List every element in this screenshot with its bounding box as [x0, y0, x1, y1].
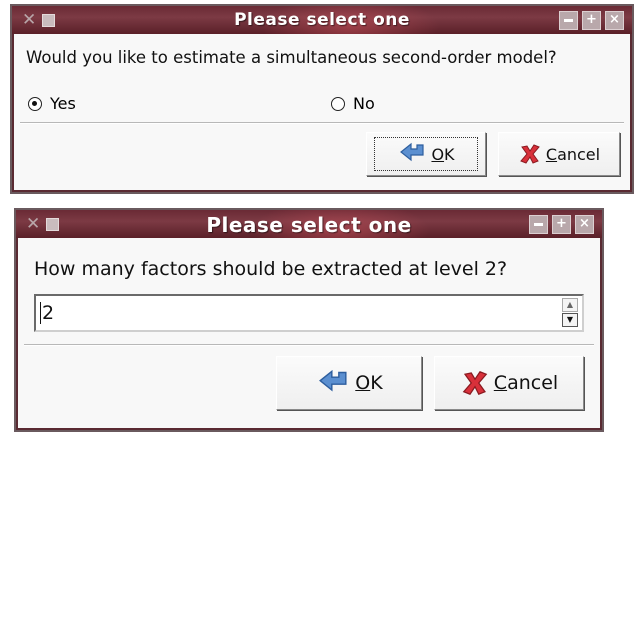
separator — [24, 344, 594, 346]
dialog-body: Would you like to estimate a simultaneou… — [14, 34, 630, 190]
question-text: Would you like to estimate a simultaneou… — [26, 48, 557, 67]
spin-up-icon[interactable]: ▲ — [562, 298, 578, 312]
dialog-second-order: ✕ Please select one Would you like to es… — [10, 4, 634, 194]
cancel-label: Cancel — [493, 372, 559, 394]
cancel-button-inner: Cancel — [518, 142, 600, 166]
ok-button-inner: OK — [315, 369, 383, 397]
cancel-x-icon — [462, 370, 488, 396]
ok-label: OK — [355, 372, 383, 394]
radio-yes-label: Yes — [50, 94, 76, 113]
ok-arrow-icon — [400, 142, 425, 162]
close-button[interactable] — [575, 215, 594, 234]
question-text: How many factors should be extracted at … — [34, 258, 508, 280]
radio-no-label: No — [353, 94, 375, 113]
radio-no[interactable]: No — [331, 94, 375, 113]
cancel-x-icon — [520, 144, 540, 164]
window-buttons — [559, 11, 624, 30]
ok-arrow-icon — [319, 369, 347, 392]
factor-count-value[interactable]: 2 — [40, 302, 54, 324]
ok-button[interactable]: OK — [366, 132, 486, 176]
titlebar[interactable]: ✕ Please select one — [16, 210, 602, 238]
factor-count-input[interactable]: 2 ▲ ▼ — [34, 294, 584, 332]
cancel-button[interactable]: Cancel — [498, 132, 620, 176]
separator — [20, 122, 624, 124]
radio-unchecked-icon[interactable] — [331, 96, 345, 111]
close-button[interactable] — [605, 11, 624, 30]
cancel-label: Cancel — [545, 144, 601, 164]
maximize-button[interactable] — [552, 215, 571, 234]
dialog-title: Please select one — [206, 213, 412, 237]
spin-buttons: ▲ ▼ — [562, 298, 578, 328]
minimize-button[interactable] — [559, 11, 578, 30]
dialog-body: How many factors should be extracted at … — [18, 238, 600, 428]
ok-button[interactable]: OK — [276, 356, 422, 410]
cancel-button[interactable]: Cancel — [434, 356, 584, 410]
cancel-button-inner: Cancel — [460, 368, 558, 398]
titlebar[interactable]: ✕ Please select one — [12, 6, 632, 34]
ok-label: OK — [431, 144, 455, 164]
radio-checked-icon[interactable] — [28, 96, 42, 111]
dialog-factors-level-2: ✕ Please select one How many factors sho… — [14, 208, 604, 432]
spin-down-icon[interactable]: ▼ — [562, 313, 578, 327]
window-buttons — [529, 215, 594, 234]
minimize-button[interactable] — [529, 215, 548, 234]
radio-yes[interactable]: Yes — [28, 94, 76, 113]
dialog-title: Please select one — [234, 10, 410, 30]
ok-button-focus-ring: OK — [374, 137, 478, 171]
maximize-button[interactable] — [582, 11, 601, 30]
